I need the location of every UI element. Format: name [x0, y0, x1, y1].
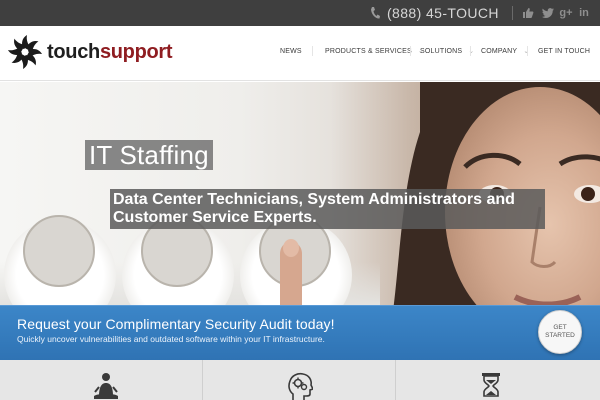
head-gears-icon: [288, 372, 313, 400]
nav-separator: [410, 46, 411, 56]
banner-title: Request your Complimentary Security Audi…: [17, 316, 335, 332]
nav-label: SOLUTIONS: [420, 47, 463, 55]
nav-label: PRODUCTS & SERVICES: [325, 47, 412, 55]
logo-wordmark: touchsupport: [47, 40, 173, 64]
feature-column[interactable]: [396, 360, 600, 400]
nav-item-solutions[interactable]: SOLUTIONS ⌄: [420, 43, 474, 59]
hero-title: IT Staffing: [85, 140, 213, 170]
features-strip: [0, 360, 600, 400]
hero-subtitle: Data Center Technicians, System Administ…: [110, 189, 545, 229]
finger-image: [280, 239, 302, 305]
top-bar: (888) 45-TOUCH g+ in: [0, 0, 600, 26]
nav-separator: [527, 46, 528, 56]
phone-text: (888) 45-TOUCH: [387, 5, 499, 21]
meditation-person-icon: [94, 373, 118, 399]
topbar-divider: [512, 6, 513, 20]
nav-separator: [470, 46, 471, 56]
logo-pinwheel-icon: [8, 35, 42, 69]
nav-label: NEWS: [280, 47, 302, 55]
get-started-button[interactable]: GET STARTED: [538, 310, 582, 354]
twitter-icon[interactable]: [541, 5, 555, 21]
hourglass-icon: [482, 373, 500, 397]
hero-circle-button: [23, 215, 95, 287]
logo-text-support: support: [99, 40, 173, 63]
google-plus-icon[interactable]: g+: [559, 5, 573, 21]
nav-item-get-in-touch[interactable]: GET IN TOUCH: [538, 43, 590, 59]
banner-subtitle: Quickly uncover vulnerabilities and outd…: [17, 334, 325, 344]
phone-number[interactable]: (888) 45-TOUCH: [370, 3, 499, 23]
nav-label: COMPANY: [481, 47, 518, 55]
facebook-like-icon[interactable]: [520, 5, 536, 21]
get-started-line1: GET: [553, 324, 567, 331]
logo-text-touch: touch: [47, 40, 100, 63]
hero-slider: IT Staffing Data Center Technicians, Sys…: [0, 82, 600, 305]
feature-column[interactable]: [203, 360, 396, 400]
security-audit-banner: Request your Complimentary Security Audi…: [0, 305, 600, 360]
phone-icon: [371, 7, 380, 19]
feature-column[interactable]: [0, 360, 203, 400]
get-started-line2: STARTED: [545, 332, 575, 339]
nav-label: GET IN TOUCH: [538, 47, 591, 55]
nav-item-company[interactable]: COMPANY ⌄: [481, 43, 529, 59]
logo[interactable]: touchsupport: [7, 33, 173, 71]
linkedin-icon[interactable]: in: [577, 5, 591, 21]
nav-separator: [312, 46, 313, 56]
site-header: touchsupport NEWS PRODUCTS & SERVICES ⌄ …: [0, 26, 600, 81]
nav-item-news[interactable]: NEWS: [280, 43, 302, 59]
